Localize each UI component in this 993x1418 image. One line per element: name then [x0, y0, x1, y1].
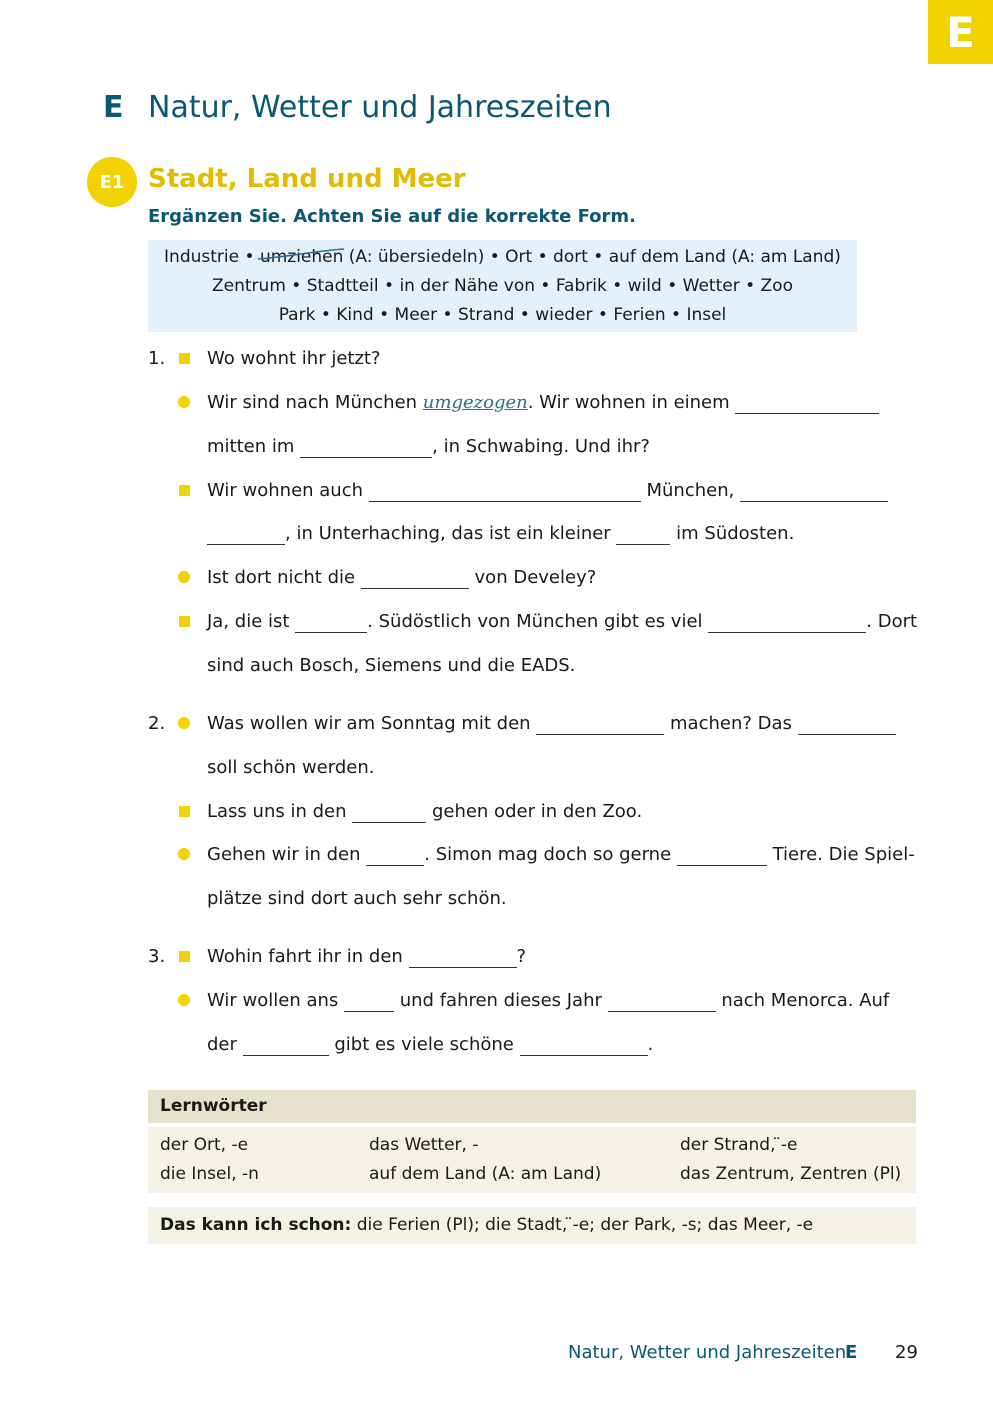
answer-blank[interactable] — [344, 989, 395, 1012]
square-bullet-icon — [179, 353, 190, 364]
vocab-item: die Insel, -n — [160, 1164, 259, 1184]
dialogue-line: Lass uns in den gehen oder in den Zoo. — [207, 800, 643, 823]
square-bullet-icon — [179, 485, 190, 496]
answer-blank[interactable] — [708, 610, 867, 633]
chapter-letter: E — [103, 89, 124, 125]
dialogue-line: Wir wohnen auch München, — [207, 471, 889, 511]
answer-blank[interactable] — [295, 610, 368, 633]
item-number: 3. — [148, 946, 166, 967]
dialogue-line: Was wollen wir am Sonntag mit den machen… — [207, 704, 896, 744]
answer-blank[interactable] — [797, 712, 896, 735]
answer-blank[interactable] — [366, 843, 425, 866]
dialogue-line: Gehen wir in den . Simon mag doch so ger… — [207, 843, 915, 866]
word-box-line-1: Industrie • umziehen (A: übersiedeln) • … — [148, 243, 857, 272]
answer-blank[interactable] — [735, 391, 880, 414]
exercise-title: Stadt, Land und Meer — [148, 164, 466, 194]
footer-chapter-letter: E — [845, 1342, 858, 1363]
chapter-tab: E — [928, 0, 993, 64]
answer-blank[interactable] — [676, 843, 767, 866]
strike-through-mark — [257, 248, 344, 260]
answer-blank[interactable] — [740, 479, 889, 502]
item-number: 2. — [148, 713, 166, 734]
circle-bullet-icon — [178, 994, 190, 1006]
vocab-item: der Ort, -e — [160, 1135, 249, 1155]
dialogue-line: Wo wohnt ihr jetzt? — [207, 348, 381, 369]
dialogue-line: der gibt es viele schöne . — [207, 1033, 654, 1056]
chapter-title: Natur, Wetter und Jahreszeiten — [148, 89, 612, 125]
dialogue-line: Wohin fahrt ihr in den ? — [207, 945, 527, 968]
answer-blank[interactable] — [207, 522, 285, 545]
lernwoerter-table: der Ort, -e das Wetter, - der Strand, ̈-… — [148, 1127, 916, 1193]
struck-word: umziehen — [257, 243, 344, 272]
footer-chapter-title: Natur, Wetter und Jahreszeiten — [568, 1342, 847, 1363]
dialogue-line: Wir sind nach München umgezogen. Wir woh… — [207, 383, 880, 423]
vocab-item: das Zentrum, Zentren (Pl) — [680, 1164, 902, 1184]
page-number: 29 — [895, 1342, 918, 1363]
kann-text: die Ferien (Pl); die Stadt, ̈-e; der Par… — [351, 1215, 814, 1235]
answer-blank[interactable] — [519, 1033, 648, 1056]
answer-blank[interactable] — [368, 479, 641, 502]
exercise-badge: E1 — [87, 157, 137, 207]
word-box-line-2: Zentrum • Stadtteil • in der Nähe von • … — [212, 276, 793, 296]
dialogue-line: Ist dort nicht die von Develey? — [207, 566, 597, 589]
answer-blank[interactable] — [607, 989, 716, 1012]
dialogue-line: Wir wollen ans und fahren dieses Jahr na… — [207, 989, 890, 1012]
item-number: 1. — [148, 348, 166, 369]
square-bullet-icon — [179, 616, 190, 627]
answer-blank[interactable] — [300, 435, 433, 458]
answer-blank[interactable] — [360, 566, 469, 589]
dialogue-line: Ja, die ist . Südöstlich von München gib… — [207, 610, 918, 633]
answer-blank[interactable] — [616, 522, 671, 545]
answer-blank[interactable] — [242, 1033, 329, 1056]
circle-bullet-icon — [178, 848, 190, 860]
dialogue-line: mitten im , in Schwabing. Und ihr? — [207, 435, 650, 458]
dialogue-line: , in Unterhaching, das ist ein kleiner i… — [207, 514, 794, 554]
circle-bullet-icon — [178, 396, 190, 408]
word-box: Industrie • umziehen (A: übersiedeln) • … — [148, 240, 857, 332]
kann-ich-schon-box: Das kann ich schon: die Ferien (Pl); die… — [148, 1207, 916, 1244]
answer-blank[interactable] — [536, 712, 665, 735]
dialogue-line: soll schön werden. — [207, 757, 375, 778]
vocab-item: der Strand, ̈-e — [680, 1135, 798, 1155]
vocab-item: auf dem Land (A: am Land) — [369, 1164, 602, 1184]
lernwoerter-heading: Lernwörter — [148, 1090, 916, 1123]
chapter-heading: E Natur, Wetter und Jahreszeiten — [103, 86, 612, 128]
answer-blank[interactable] — [352, 800, 427, 823]
handwritten-answer: umgezogen — [422, 392, 528, 413]
word-box-line-3: Park • Kind • Meer • Strand • wieder • F… — [278, 305, 727, 325]
answer-blank[interactable] — [408, 945, 517, 968]
circle-bullet-icon — [178, 717, 190, 729]
square-bullet-icon — [179, 951, 190, 962]
kann-label: Das kann ich schon: — [160, 1215, 352, 1235]
dialogue-line: sind auch Bosch, Siemens und die EADS. — [207, 655, 576, 676]
dialogue-line: plätze sind dort auch sehr schön. — [207, 888, 507, 909]
vocab-item: das Wetter, - — [369, 1135, 479, 1155]
square-bullet-icon — [179, 806, 190, 817]
circle-bullet-icon — [178, 571, 190, 583]
exercise-instruction: Ergänzen Sie. Achten Sie auf die korrekt… — [148, 206, 637, 227]
